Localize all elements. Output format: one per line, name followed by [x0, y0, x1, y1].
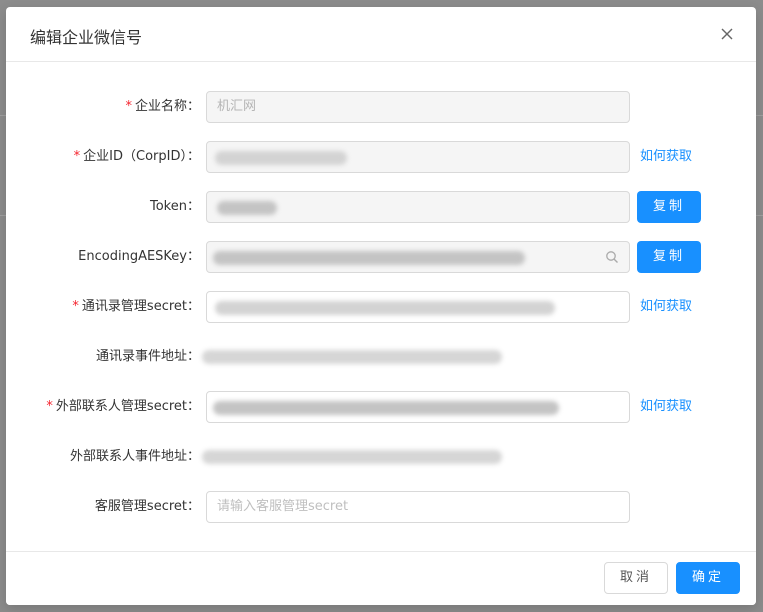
company-name-value: 机汇网 — [217, 99, 257, 114]
redacted-value — [217, 201, 277, 215]
customer-service-secret-label: 客服管理secret： — [94, 499, 200, 514]
company-name-label: * 企业名称： — [125, 91, 200, 123]
row-token: Token： 复制 — [6, 191, 756, 223]
row-corp-id: * 企业ID（CorpID）： 如何获取 — [6, 141, 756, 173]
contacts-secret-label: * 通讯录管理secret： — [72, 291, 200, 323]
search-icon — [606, 251, 618, 263]
external-contact-secret-input[interactable] — [206, 391, 630, 423]
copy-aes-key-button[interactable]: 复制 — [637, 241, 701, 273]
row-customer-service-secret: 客服管理secret： 请输入客服管理secret — [6, 491, 756, 523]
company-name-input[interactable]: 机汇网 — [206, 91, 630, 123]
contacts-secret-label-text: 通讯录管理secret： — [81, 299, 200, 314]
row-encoding-aes-key: EncodingAESKey： 复制 — [6, 241, 756, 273]
token-label: Token： — [150, 199, 200, 214]
confirm-button[interactable]: 确定 — [676, 562, 740, 594]
contacts-secret-help-link[interactable]: 如何获取 — [640, 291, 692, 323]
encoding-aes-key-input[interactable] — [206, 241, 630, 273]
company-name-label-text: 企业名称： — [134, 99, 200, 114]
redacted-value — [213, 401, 559, 415]
required-mark: * — [72, 299, 79, 314]
required-mark: * — [46, 399, 53, 414]
external-contact-event-url-value — [202, 450, 502, 464]
contacts-event-url-label: 通讯录事件地址： — [95, 349, 200, 364]
row-external-contact-secret: * 外部联系人管理secret： 如何获取 — [6, 391, 756, 423]
external-contact-event-url-label: 外部联系人事件地址： — [69, 449, 200, 464]
contacts-secret-input[interactable] — [206, 291, 630, 323]
edit-wecom-modal: 编辑企业微信号 * 企业名称： 机汇网 * 企业ID（CorpID）： 如何获取 T… — [6, 7, 756, 605]
redacted-value — [215, 301, 555, 315]
external-contact-secret-label: * 外部联系人管理secret： — [46, 391, 200, 423]
modal-title: 编辑企业微信号 — [30, 28, 143, 47]
corp-id-label: * 企业ID（CorpID）： — [74, 141, 200, 173]
token-input[interactable] — [206, 191, 630, 223]
customer-service-secret-input[interactable]: 请输入客服管理secret — [206, 491, 630, 523]
required-mark: * — [125, 99, 132, 114]
row-company-name: * 企业名称： 机汇网 — [6, 91, 756, 123]
redacted-value — [213, 251, 525, 265]
contacts-event-url-value — [202, 350, 502, 364]
row-external-contact-event-url: 外部联系人事件地址： — [6, 441, 756, 473]
corp-id-input[interactable] — [206, 141, 630, 173]
redacted-value — [215, 151, 347, 165]
encoding-aes-key-label: EncodingAESKey： — [78, 249, 200, 264]
corp-id-label-text: 企业ID（CorpID）： — [83, 149, 200, 164]
close-button[interactable] — [716, 23, 738, 45]
row-contacts-event-url: 通讯录事件地址： — [6, 341, 756, 373]
modal-footer: 取消 确定 — [6, 551, 756, 605]
cancel-button[interactable]: 取消 — [604, 562, 668, 594]
required-mark: * — [73, 149, 81, 164]
close-icon — [721, 28, 733, 40]
modal-header: 编辑企业微信号 — [6, 7, 756, 62]
row-contacts-secret: * 通讯录管理secret： 如何获取 — [6, 291, 756, 323]
customer-service-secret-placeholder: 请输入客服管理secret — [217, 499, 349, 514]
external-contact-help-link[interactable]: 如何获取 — [640, 391, 692, 423]
corp-id-help-link[interactable]: 如何获取 — [640, 141, 692, 173]
external-contact-secret-label-text: 外部联系人管理secret： — [55, 399, 200, 414]
copy-token-button[interactable]: 复制 — [637, 191, 701, 223]
